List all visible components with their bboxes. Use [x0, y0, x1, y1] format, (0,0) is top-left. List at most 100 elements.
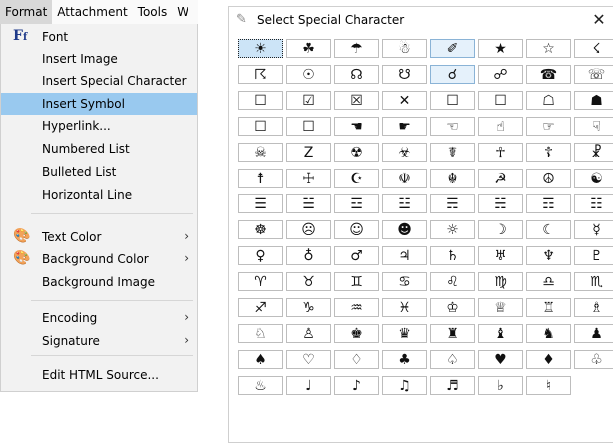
symbol-cell[interactable]: ☬ — [430, 169, 475, 188]
symbol-cell[interactable]: ♨ — [238, 376, 283, 395]
symbol-cell[interactable]: ★ — [478, 39, 523, 58]
symbol-cell[interactable]: ♐ — [238, 298, 283, 317]
symbol-cell[interactable]: ☎ — [526, 65, 571, 84]
menu-tools[interactable]: Tools — [133, 0, 173, 24]
symbol-cell[interactable]: ♥ — [478, 350, 523, 369]
symbol-cell[interactable]: ☉ — [286, 65, 331, 84]
symbol-cell[interactable]: ☏ — [574, 65, 613, 84]
symbol-cell[interactable]: ☘ — [286, 39, 331, 58]
symbol-cell[interactable]: ♆ — [526, 246, 571, 265]
close-button[interactable]: ✕ — [589, 10, 609, 29]
symbol-cell[interactable]: ♁ — [286, 246, 331, 265]
menu-item-text-color[interactable]: 🎨 Text Color › — [1, 226, 197, 248]
symbol-cell[interactable]: ☆ — [526, 39, 571, 58]
symbol-cell[interactable]: ☚ — [334, 117, 379, 136]
menu-item-bulleted-list[interactable]: Bulleted List — [1, 161, 197, 183]
symbol-cell[interactable]: ♤ — [430, 350, 475, 369]
symbol-cell[interactable]: ♈ — [238, 272, 283, 291]
menu-item-numbered-list[interactable]: Numbered List — [1, 138, 197, 160]
symbol-cell[interactable]: ♝ — [478, 324, 523, 343]
symbol-cell[interactable]: ♬ — [430, 376, 475, 395]
symbol-cell[interactable]: ♊ — [334, 272, 379, 291]
symbol-cell[interactable]: ✕ — [382, 91, 427, 110]
menu-attachment[interactable]: Attachment — [52, 0, 132, 24]
menu-item-background-image[interactable]: Background Image — [1, 271, 197, 293]
symbol-cell[interactable]: ☺ — [334, 220, 379, 239]
menu-item-insert-image[interactable]: Insert Image — [1, 48, 197, 70]
menu-item-font[interactable]: Ff Font — [1, 26, 197, 48]
symbol-cell[interactable]: ♎ — [526, 272, 571, 291]
symbol-cell[interactable]: ☶ — [526, 194, 571, 213]
symbol-cell[interactable]: ♄ — [430, 246, 475, 265]
symbol-cell[interactable]: ☠ — [238, 143, 283, 162]
symbol-cell[interactable]: ☊ — [334, 65, 379, 84]
symbol-cell[interactable]: ☝ — [478, 117, 523, 136]
symbol-cell[interactable]: ☣ — [382, 143, 427, 162]
symbol-cell[interactable]: ☜ — [430, 117, 475, 136]
symbol-cell[interactable]: ♣ — [382, 350, 427, 369]
symbol-cell[interactable]: ☨ — [238, 169, 283, 188]
symbol-cell[interactable]: ☰ — [238, 194, 283, 213]
symbol-cell[interactable]: ☱ — [286, 194, 331, 213]
symbol-cell[interactable]: ☼ — [430, 220, 475, 239]
menu-item-edit-html-source[interactable]: Edit HTML Source... — [1, 364, 197, 386]
symbol-cell[interactable]: ♒ — [334, 298, 379, 317]
symbol-cell[interactable]: ☗ — [574, 91, 613, 110]
symbol-cell[interactable]: ☑ — [286, 91, 331, 110]
symbol-cell[interactable]: ♔ — [430, 298, 475, 317]
symbol-cell[interactable]: ☳ — [382, 194, 427, 213]
symbol-cell[interactable]: ♧ — [574, 350, 613, 369]
symbol-cell[interactable]: ♮ — [526, 376, 571, 395]
symbol-cell[interactable]: ♗ — [574, 298, 613, 317]
symbol-cell[interactable]: ☹ — [286, 220, 331, 239]
symbol-cell[interactable]: ♘ — [238, 324, 283, 343]
symbol-cell[interactable]: ♋ — [382, 272, 427, 291]
menu-item-signature[interactable]: Signature › — [1, 330, 197, 352]
symbol-cell[interactable]: ♉ — [286, 272, 331, 291]
symbol-cell[interactable]: ♞ — [526, 324, 571, 343]
symbol-cell[interactable]: ♙ — [286, 324, 331, 343]
symbol-cell[interactable]: ♜ — [430, 324, 475, 343]
symbol-cell[interactable]: ♇ — [574, 246, 613, 265]
symbol-cell[interactable]: ☐ — [286, 117, 331, 136]
symbol-cell[interactable]: ☐ — [478, 91, 523, 110]
symbol-cell[interactable]: ☟ — [574, 117, 613, 136]
symbol-cell[interactable]: ♌ — [430, 272, 475, 291]
symbol-cell[interactable]: ☍ — [478, 65, 523, 84]
symbol-cell[interactable]: ♕ — [478, 298, 523, 317]
symbol-cell[interactable]: ♓ — [382, 298, 427, 317]
symbol-cell[interactable]: ☇ — [574, 39, 613, 58]
symbol-cell[interactable]: ☃ — [382, 39, 427, 58]
symbol-cell[interactable]: ☾ — [526, 220, 571, 239]
symbol-cell[interactable]: ☢ — [334, 143, 379, 162]
symbol-cell[interactable]: ☞ — [526, 117, 571, 136]
symbol-cell[interactable]: ☐ — [238, 117, 283, 136]
symbol-cell[interactable]: ♪ — [334, 376, 379, 395]
symbol-cell[interactable]: ☷ — [574, 194, 613, 213]
symbol-cell[interactable]: ♃ — [382, 246, 427, 265]
symbol-cell[interactable]: ☩ — [286, 169, 331, 188]
symbol-cell[interactable]: ♟ — [574, 324, 613, 343]
symbol-cell[interactable]: ☿ — [574, 220, 613, 239]
symbol-cell[interactable]: ☭ — [478, 169, 523, 188]
symbol-cell[interactable]: ♛ — [382, 324, 427, 343]
symbol-cell[interactable]: ☫ — [382, 169, 427, 188]
menu-item-background-color[interactable]: 🎨 Background Color › — [1, 248, 197, 270]
symbol-cell[interactable]: ♑ — [286, 298, 331, 317]
symbol-cell[interactable]: ☵ — [478, 194, 523, 213]
symbol-cell[interactable]: ♏ — [574, 272, 613, 291]
symbol-cell[interactable]: ♖ — [526, 298, 571, 317]
symbol-cell[interactable]: ☪ — [334, 169, 379, 188]
symbol-cell[interactable]: ☧ — [574, 143, 613, 162]
symbol-cell[interactable]: ☻ — [382, 220, 427, 239]
symbol-cell[interactable]: ☦ — [526, 143, 571, 162]
menu-window[interactable]: Wi — [172, 0, 188, 24]
symbol-cell[interactable]: ♚ — [334, 324, 379, 343]
symbol-cell[interactable]: ♩ — [286, 376, 331, 395]
menu-item-hyperlink[interactable]: Hyperlink... — [1, 115, 197, 137]
symbol-cell[interactable]: ☛ — [382, 117, 427, 136]
symbol-cell[interactable]: ♂ — [334, 246, 379, 265]
symbol-cell[interactable]: ☖ — [526, 91, 571, 110]
symbol-cell[interactable]: ☮ — [526, 169, 571, 188]
symbol-cell[interactable]: ☽ — [478, 220, 523, 239]
